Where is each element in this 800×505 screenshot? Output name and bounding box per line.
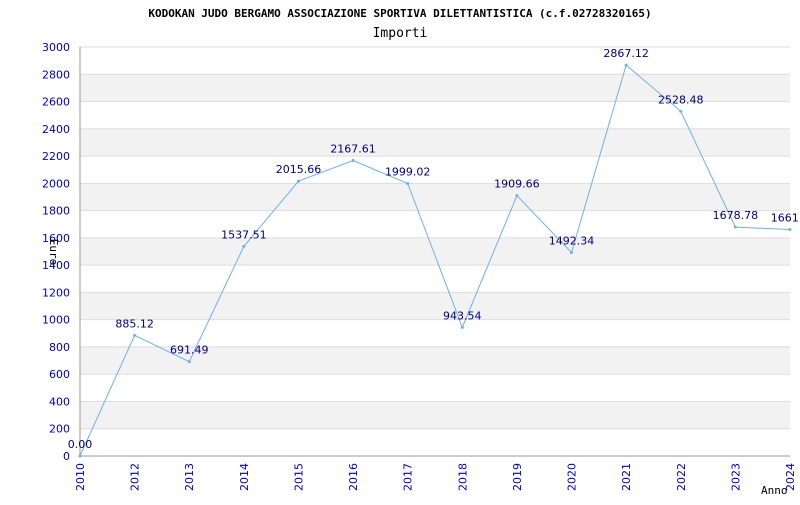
data-label: 885.12 xyxy=(115,317,154,330)
x-tick-label: 2014 xyxy=(238,463,251,491)
x-tick-label: 2023 xyxy=(729,463,742,491)
y-tick-label: 1200 xyxy=(42,286,70,299)
x-tick-label: 2010 xyxy=(74,463,87,491)
data-point xyxy=(788,228,792,232)
y-tick-label: 1000 xyxy=(42,314,70,327)
y-tick-label: 400 xyxy=(49,395,70,408)
x-tick-label: 2018 xyxy=(456,463,469,491)
chart-title: KODOKAN JUDO BERGAMO ASSOCIAZIONE SPORTI… xyxy=(148,7,651,20)
data-point xyxy=(78,454,82,458)
y-tick-label: 2000 xyxy=(42,177,70,190)
data-point xyxy=(296,179,300,183)
data-point xyxy=(406,181,410,185)
x-tick-label: 2015 xyxy=(292,463,305,491)
data-label: 2167.61 xyxy=(330,142,376,155)
x-tick-label: 2017 xyxy=(402,463,415,491)
y-tick-label: 2600 xyxy=(42,96,70,109)
data-label: 2015.66 xyxy=(276,163,322,176)
data-point xyxy=(351,158,355,162)
data-point xyxy=(733,225,737,229)
data-point xyxy=(133,333,137,337)
y-tick-label: 2800 xyxy=(42,68,70,81)
chart-container: 0 200 400 600 800 1000 1200 1400 1600 1800 2000 220… xyxy=(0,0,800,500)
x-tick-label: 2012 xyxy=(129,463,142,491)
x-tick-label: 2019 xyxy=(511,463,524,491)
y-tick-label: 800 xyxy=(49,341,70,354)
x-tick-labels: 2010 2012 2013 2014 2015 2016 2017 2018 2019 2020… xyxy=(74,463,797,491)
data-point xyxy=(570,251,574,255)
chart-subtitle: Importi xyxy=(373,26,428,41)
data-label: 1999.02 xyxy=(385,165,431,178)
y-tick-label: 2200 xyxy=(42,150,70,163)
data-label: 1492.34 xyxy=(549,235,595,248)
x-tick-label: 2022 xyxy=(675,463,688,491)
grid-bands xyxy=(80,74,790,429)
data-point xyxy=(460,325,464,329)
y-tick-label: 2400 xyxy=(42,123,70,136)
grid-band xyxy=(80,401,790,429)
data-point xyxy=(679,109,683,113)
grid-band xyxy=(80,128,790,157)
x-tick-label: 2016 xyxy=(347,463,360,491)
data-label: 691.49 xyxy=(170,344,209,357)
grid-band xyxy=(80,237,790,266)
grid-band xyxy=(80,183,790,211)
data-label: 943.54 xyxy=(443,309,482,322)
y-tick-label: 1800 xyxy=(42,205,70,218)
y-tick-label: 0 xyxy=(63,450,70,463)
data-label: 1537.51 xyxy=(221,228,267,241)
y-tick-label: 3000 xyxy=(42,41,70,54)
y-tick-label: 600 xyxy=(49,368,70,381)
x-tick-label: 2020 xyxy=(566,463,579,491)
line-chart: 0200400600800100012001400160018002000220… xyxy=(42,7,800,497)
y-tick-label: 200 xyxy=(49,423,70,436)
data-label: 0.00 xyxy=(68,438,93,451)
x-tick-label: 2013 xyxy=(183,463,196,491)
y-axis-title: Euro xyxy=(47,239,60,266)
data-point xyxy=(242,244,246,248)
data-point xyxy=(624,63,628,67)
x-axis-title: Anno xyxy=(761,484,788,497)
x-tick-label: 2021 xyxy=(620,463,633,491)
data-label: 2867.12 xyxy=(603,47,649,60)
data-label: 1661.0 xyxy=(771,212,800,225)
data-point xyxy=(187,360,191,364)
data-label: 1678.78 xyxy=(713,209,759,222)
data-point xyxy=(515,194,519,198)
data-label: 1909.66 xyxy=(494,178,540,191)
grid-band xyxy=(80,292,790,320)
data-label: 2528.48 xyxy=(658,93,704,106)
